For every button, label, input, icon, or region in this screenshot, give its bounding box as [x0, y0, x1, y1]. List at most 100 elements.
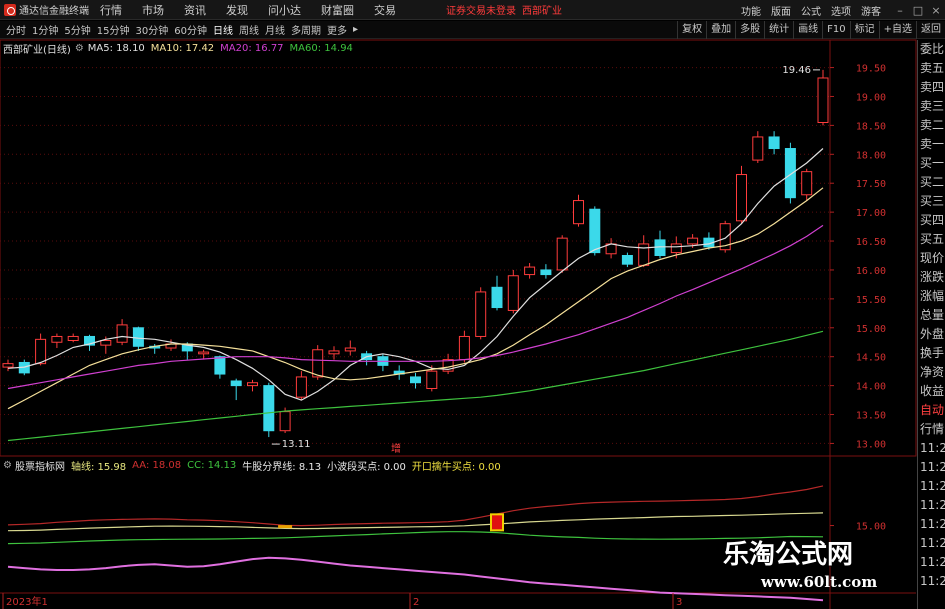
- side-panel-item[interactable]: 外盘: [918, 325, 945, 344]
- side-panel-item[interactable]: 卖二: [918, 116, 945, 135]
- side-panel-item[interactable]: 卖四: [918, 78, 945, 97]
- candle-body-up: [2, 363, 14, 368]
- main-chart-frame: [0, 39, 917, 457]
- quote-side-panel[interactable]: 委比 卖五 卖四 卖三 卖二 卖一 买一 买二 买三 买四 买五 现价 涨跌 涨幅 总量 外盘 换手 净资 收益 自动…: [917, 40, 945, 609]
- high-annotation: 19.46: [782, 65, 811, 76]
- candle-body-up: [801, 171, 813, 196]
- price-tick-label: 18.50: [856, 121, 886, 132]
- candle-body-up: [344, 347, 356, 352]
- candle-body-up: [100, 340, 112, 346]
- price-tick-label: 17.50: [856, 179, 886, 190]
- indicator-aa-line: [7, 485, 824, 527]
- buy-signal-marker: [490, 513, 504, 532]
- side-panel-item[interactable]: 现价: [918, 249, 945, 268]
- candle-body-down: [214, 356, 226, 375]
- candle-body-down: [491, 286, 503, 309]
- indicator-name[interactable]: 股票指标网: [15, 458, 65, 473]
- side-panel-item[interactable]: 卖三: [918, 97, 945, 116]
- side-panel-item[interactable]: 自动: [918, 401, 945, 420]
- ma5-line: [7, 148, 824, 401]
- candle-body-up: [670, 243, 682, 254]
- price-tick-label: 19.00: [856, 92, 886, 103]
- side-panel-item[interactable]: 买二: [918, 173, 945, 192]
- side-panel-item[interactable]: 11:29: [918, 458, 945, 477]
- candle-body-down: [621, 255, 633, 265]
- price-tick-label: 16.50: [856, 237, 886, 248]
- candle-body-down: [132, 327, 144, 347]
- side-panel-item[interactable]: 卖五: [918, 59, 945, 78]
- candle-body-up: [507, 275, 519, 311]
- indicator-header: ⚙ 股票指标网 轴线: 15.98 AA: 18.08 CC: 14.13 牛股…: [0, 458, 501, 473]
- ma60-label: MA60: 14.94: [289, 42, 353, 54]
- price-tick-label: 13.50: [856, 411, 886, 422]
- candle-body-up: [312, 349, 324, 378]
- side-panel-item[interactable]: 11:29: [918, 553, 945, 572]
- price-tick-label: 16.00: [856, 266, 886, 277]
- candle-body-up: [687, 237, 699, 245]
- marker-annotation: 增: [391, 442, 401, 455]
- candle-body-up: [198, 351, 210, 355]
- ma10-label: MA10: 17.42: [150, 42, 215, 54]
- candle-body-up: [35, 338, 47, 365]
- candle-body-up: [573, 200, 584, 225]
- time-tick-label: 2023年1: [6, 595, 48, 608]
- side-panel-item[interactable]: 换手: [918, 344, 945, 363]
- side-panel-item[interactable]: 买一: [918, 154, 945, 173]
- candle-body-up: [51, 335, 63, 343]
- chart-canvas[interactable]: 13.00 13.50 14.00 14.50 15.00 15.50 16.00 16.50…: [0, 0, 945, 609]
- side-panel-item[interactable]: 卖一: [918, 135, 945, 154]
- side-panel-item[interactable]: 11:29: [918, 477, 945, 496]
- time-tick-label: 2: [413, 597, 419, 608]
- candle-body-up: [279, 411, 291, 432]
- indicator-bull-line-label: 牛股分界线: 8.13: [242, 461, 322, 473]
- low-annotation: 13.11: [282, 439, 311, 450]
- side-panel-item[interactable]: 买五: [918, 230, 945, 249]
- indicator-cc-label: CC: 14.13: [187, 459, 237, 471]
- side-panel-item[interactable]: 11:29: [918, 515, 945, 534]
- candle-body-up: [817, 77, 829, 124]
- crossing-marker: [278, 525, 293, 529]
- indicator-cc-line: [7, 531, 824, 545]
- indicator-wave-buy-label: 小波段买点: 0.00: [327, 461, 406, 473]
- candle-body-down: [784, 148, 796, 199]
- candle-body-up: [475, 291, 487, 337]
- candle-body-down: [263, 385, 275, 432]
- candle-body-up: [67, 335, 79, 342]
- candle-body-up: [295, 376, 307, 398]
- main-chart-header: 西部矿业(日线) ⚙ MA5: 18.10 MA10: 17.42 MA20: …: [0, 40, 353, 56]
- candle-body-down: [230, 380, 242, 387]
- side-panel-item[interactable]: 11:29: [918, 496, 945, 515]
- side-panel-item[interactable]: 总量: [918, 306, 945, 325]
- side-panel-item[interactable]: 买三: [918, 192, 945, 211]
- side-panel-item[interactable]: 11:29: [918, 534, 945, 553]
- candle-body-up: [426, 370, 438, 389]
- candle-body-down: [768, 136, 780, 150]
- price-tick-label: 13.00: [856, 439, 886, 450]
- side-panel-item[interactable]: 收益: [918, 382, 945, 401]
- candle-body-up: [116, 324, 128, 343]
- indicator-tick-label: 15.00: [856, 522, 886, 533]
- settings-icon[interactable]: ⚙: [75, 43, 84, 54]
- side-panel-item[interactable]: 行情: [918, 420, 945, 439]
- indicator-settings-icon[interactable]: ⚙: [3, 460, 12, 471]
- candle-body-up: [524, 266, 536, 276]
- price-tick-label: 15.50: [856, 295, 886, 306]
- side-panel-item[interactable]: 11:29: [918, 572, 945, 591]
- candle-body-up: [247, 382, 258, 387]
- candle-body-up: [458, 335, 470, 361]
- side-panel-item[interactable]: 11:29: [918, 439, 945, 458]
- candle-body-up: [556, 237, 568, 271]
- indicator-axis-label: 轴线: 15.98: [70, 461, 127, 473]
- candle-body-down: [654, 239, 666, 257]
- side-panel-item[interactable]: 涨幅: [918, 287, 945, 306]
- side-panel-item[interactable]: 委比: [918, 40, 945, 59]
- indicator-bull-line: [7, 556, 824, 602]
- side-panel-item[interactable]: 涨跌: [918, 268, 945, 287]
- candle-body-down: [540, 269, 552, 276]
- candle-body-up: [752, 136, 764, 161]
- candle-body-down: [589, 208, 601, 254]
- price-tick-label: 17.00: [856, 208, 886, 219]
- price-tick-label: 18.00: [856, 150, 886, 161]
- side-panel-item[interactable]: 净资: [918, 363, 945, 382]
- side-panel-item[interactable]: 买四: [918, 211, 945, 230]
